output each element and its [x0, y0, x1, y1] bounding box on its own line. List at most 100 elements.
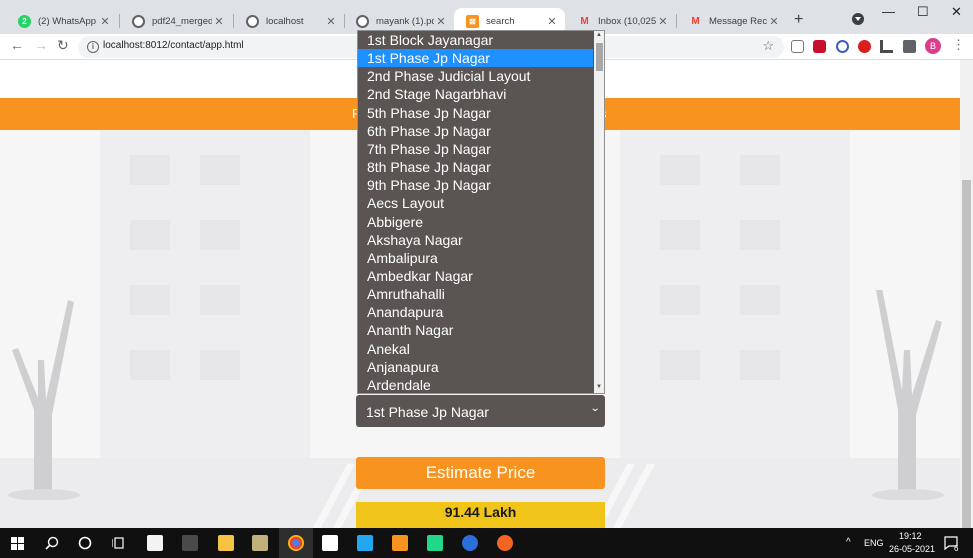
dropdown-option[interactable]: Ambalipura	[358, 249, 593, 267]
dropdown-option[interactable]: 9th Phase Jp Nagar	[358, 176, 593, 194]
app-icon[interactable]	[462, 535, 478, 551]
tab-title: localhost	[266, 15, 304, 27]
dropdown-option[interactable]: Ambedkar Nagar	[358, 267, 593, 285]
scroll-up-arrow-icon[interactable]: ▲	[596, 32, 602, 38]
tab-pdf24[interactable]: pdf24_merged-3... ✕	[120, 8, 232, 34]
clock-date[interactable]: 26-05-2021	[889, 544, 935, 554]
xampp-icon[interactable]	[392, 535, 408, 551]
extension-icon[interactable]	[880, 40, 893, 53]
globe-icon	[356, 14, 369, 28]
dropdown-option[interactable]: Ananth Nagar	[358, 321, 593, 339]
store-icon[interactable]	[147, 535, 163, 551]
extension-icon[interactable]	[836, 40, 849, 53]
dropdown-option[interactable]: 2nd Phase Judicial Layout	[358, 67, 593, 85]
new-tab-button[interactable]: +	[794, 11, 803, 29]
extension-icon[interactable]	[791, 40, 804, 53]
dropdown-option[interactable]: Anandapura	[358, 303, 593, 321]
sublime-text-icon[interactable]	[497, 535, 513, 551]
acrobat-extension-icon[interactable]	[813, 40, 826, 53]
chrome-icon[interactable]	[288, 535, 304, 551]
reload-icon[interactable]: ↻	[57, 37, 69, 54]
windows-taskbar: ^ ENG 19:12 26-05-2021 6	[0, 528, 973, 558]
task-view-icon[interactable]	[112, 536, 126, 550]
background-window	[740, 285, 780, 315]
dropdown-scrollbar[interactable]: ▲ ▼	[594, 31, 604, 393]
close-tab-icon[interactable]: ✕	[212, 15, 226, 28]
location-select-value: 1st Phase Jp Nagar	[366, 404, 489, 420]
bookmark-star-icon[interactable]: ☆	[762, 38, 774, 54]
maximize-button[interactable]: ☐	[917, 4, 929, 20]
close-tab-icon[interactable]: ✕	[434, 15, 448, 28]
location-dropdown-list[interactable]: 1st Block Jayanagar 1st Phase Jp Nagar 2nd…	[357, 30, 605, 394]
pycharm-icon[interactable]	[427, 535, 443, 551]
search-icon[interactable]	[45, 536, 59, 550]
close-tab-icon[interactable]: ✕	[767, 15, 781, 28]
gmail-icon: M	[580, 15, 589, 27]
dropdown-option[interactable]: 6th Phase Jp Nagar	[358, 122, 593, 140]
vscode-icon[interactable]	[357, 535, 373, 551]
background-window	[660, 220, 700, 250]
background-window	[660, 350, 700, 380]
clock-time[interactable]: 19:12	[899, 531, 922, 541]
notification-count: 6	[954, 544, 959, 553]
tab-whatsapp[interactable]: 2 (2) WhatsApp ✕	[6, 8, 118, 34]
dropdown-option[interactable]: 2nd Stage Nagarbhavi	[358, 85, 593, 103]
file-explorer-icon[interactable]	[218, 535, 234, 551]
location-select[interactable]: 1st Phase Jp Nagar ⌄	[356, 395, 605, 427]
app-icon[interactable]	[182, 535, 198, 551]
background-window	[660, 155, 700, 185]
windows-start-icon[interactable]	[11, 537, 24, 550]
dropdown-option[interactable]: 1st Phase Jp Nagar	[358, 49, 593, 68]
tab-search-icon[interactable]	[852, 13, 864, 25]
background-window	[200, 155, 240, 185]
dropdown-option[interactable]: 1st Block Jayanagar	[358, 31, 593, 49]
url-text[interactable]: localhost:8012/contact/app.html	[103, 40, 244, 51]
dropdown-option[interactable]: Akshaya Nagar	[358, 231, 593, 249]
globe-icon	[246, 14, 259, 28]
more-menu-icon[interactable]: ⋮	[952, 37, 965, 53]
close-tab-icon[interactable]: ✕	[98, 15, 112, 28]
dropdown-option[interactable]: 5th Phase Jp Nagar	[358, 104, 593, 122]
puzzle-extensions-icon[interactable]	[903, 40, 916, 53]
media-player-icon[interactable]	[252, 535, 268, 551]
site-info-icon[interactable]: i	[87, 41, 99, 53]
back-arrow-icon[interactable]: ←	[10, 37, 24, 53]
tab-gmail-message[interactable]: M Message Receive... ✕	[677, 8, 787, 34]
tab-title: (2) WhatsApp	[38, 15, 97, 27]
background-window	[130, 285, 170, 315]
dropdown-option[interactable]: Aecs Layout	[358, 194, 593, 212]
dropdown-option[interactable]: Amruthahalli	[358, 285, 593, 303]
dropdown-option[interactable]: Ardendale	[358, 376, 593, 393]
xampp-icon: ⊠	[466, 14, 479, 28]
tab-localhost[interactable]: localhost ✕	[234, 8, 344, 34]
page-scrollbar[interactable]	[960, 60, 973, 528]
background-window	[200, 350, 240, 380]
dropdown-option[interactable]: Anekal	[358, 340, 593, 358]
tab-title: search	[486, 15, 515, 27]
minimize-button[interactable]: —	[882, 4, 895, 19]
dropdown-option[interactable]: Abbigere	[358, 213, 593, 231]
tray-chevron-icon[interactable]: ^	[846, 537, 851, 548]
estimated-price-result: 91.44 Lakh	[356, 502, 605, 528]
browser-tab-strip: 2 (2) WhatsApp ✕ pdf24_merged-3... ✕ loc…	[0, 0, 973, 34]
close-window-button[interactable]: ✕	[951, 4, 962, 20]
dropdown-option[interactable]: 8th Phase Jp Nagar	[358, 158, 593, 176]
scroll-down-arrow-icon[interactable]: ▼	[596, 384, 602, 390]
close-tab-icon[interactable]: ✕	[545, 15, 559, 28]
dropdown-scrollbar-thumb[interactable]	[596, 43, 603, 71]
forward-arrow-icon[interactable]: →	[34, 37, 48, 53]
dropdown-option[interactable]: 7th Phase Jp Nagar	[358, 140, 593, 158]
background-window	[740, 350, 780, 380]
extension-icon[interactable]	[858, 40, 871, 53]
estimate-price-button[interactable]: Estimate Price	[356, 457, 605, 489]
close-tab-icon[interactable]: ✕	[656, 15, 670, 28]
profile-avatar[interactable]: B	[925, 38, 941, 54]
close-tab-icon[interactable]: ✕	[324, 15, 338, 28]
document-icon[interactable]	[322, 535, 338, 551]
page-scrollbar-thumb[interactable]	[962, 180, 971, 528]
dropdown-option[interactable]: Anjanapura	[358, 358, 593, 376]
tree-illustration	[872, 290, 944, 500]
tab-title: Inbox (10,025) - ...	[598, 15, 656, 27]
cortana-icon[interactable]	[78, 536, 92, 550]
language-indicator[interactable]: ENG	[864, 538, 884, 548]
